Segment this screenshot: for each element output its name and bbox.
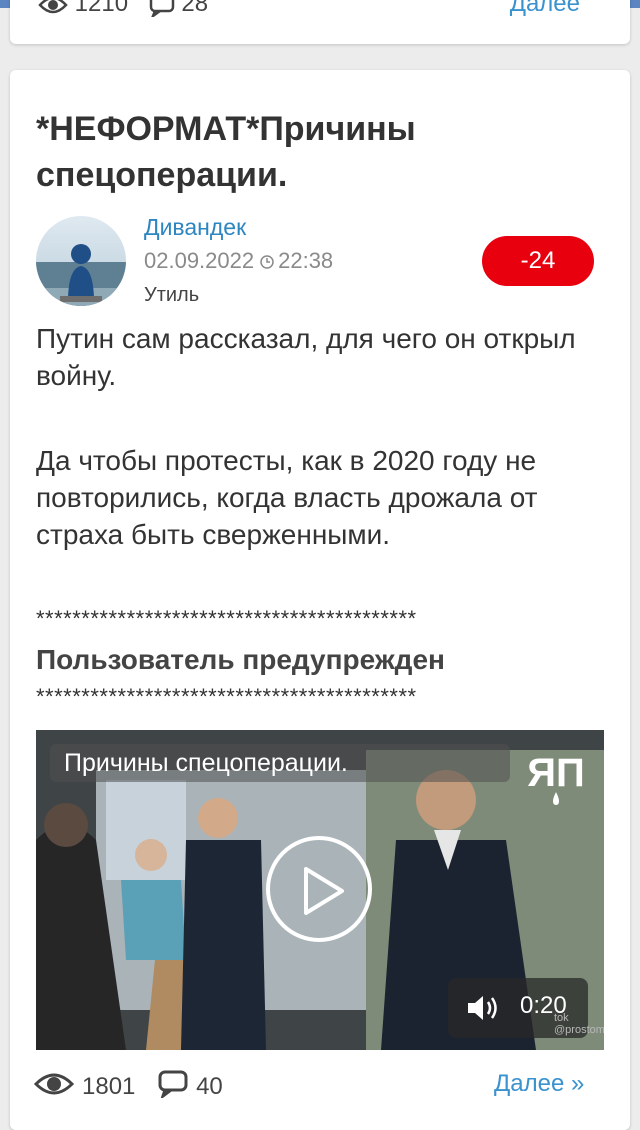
play-icon bbox=[304, 867, 344, 915]
yap-logo: ЯП bbox=[527, 751, 585, 805]
previous-post-card: 1210 28 Далее bbox=[10, 0, 630, 44]
post-category[interactable]: Утиль bbox=[144, 284, 199, 307]
eye-icon bbox=[33, 1071, 75, 1104]
comment-icon bbox=[158, 1070, 188, 1105]
rating-badge: -24 bbox=[482, 236, 594, 286]
previous-comments-count: 28 bbox=[181, 0, 209, 17]
avatar[interactable] bbox=[36, 216, 126, 306]
warning-text: Пользователь предупрежден bbox=[36, 644, 445, 675]
author-link[interactable]: Дивандек bbox=[144, 214, 246, 241]
video-title: Причины спецоперации. bbox=[50, 744, 510, 782]
post-stats: 1801 40 bbox=[33, 1070, 223, 1105]
previous-more-link[interactable]: Далее bbox=[510, 0, 580, 18]
video-watermark: tok @prostomisk bbox=[554, 1012, 604, 1036]
post-time: 22:38 bbox=[278, 248, 334, 273]
svg-text:ЯП: ЯП bbox=[527, 751, 585, 795]
volume-icon[interactable] bbox=[466, 994, 502, 1022]
more-link[interactable]: Далее » bbox=[494, 1070, 584, 1098]
video-player[interactable]: Причины спецоперации. ЯП 0:20 tok @prost… bbox=[36, 730, 604, 1050]
clock-icon bbox=[260, 249, 274, 269]
play-button[interactable] bbox=[266, 836, 372, 942]
post-title[interactable]: *НЕФОРМАТ*Причины спецоперации. bbox=[36, 106, 596, 198]
previous-post-stats: 1210 28 bbox=[38, 0, 209, 20]
post-paragraph: Да чтобы протесты, как в 2020 году не по… bbox=[36, 445, 538, 550]
post-card: *НЕФОРМАТ*Причины спецоперации. Дивандек… bbox=[10, 70, 630, 1130]
separator-stars: ****************************************… bbox=[36, 684, 417, 709]
previous-views-count: 1210 bbox=[74, 0, 129, 17]
separator-stars: ****************************************… bbox=[36, 606, 417, 631]
post-date: 02.09.2022 bbox=[144, 248, 255, 273]
post-meta: 02.09.2022 22:38 bbox=[144, 248, 333, 274]
post-paragraph: Путин сам рассказал, для чего он открыл … bbox=[36, 323, 576, 391]
comment-icon bbox=[149, 0, 182, 20]
eye-icon bbox=[38, 0, 75, 17]
